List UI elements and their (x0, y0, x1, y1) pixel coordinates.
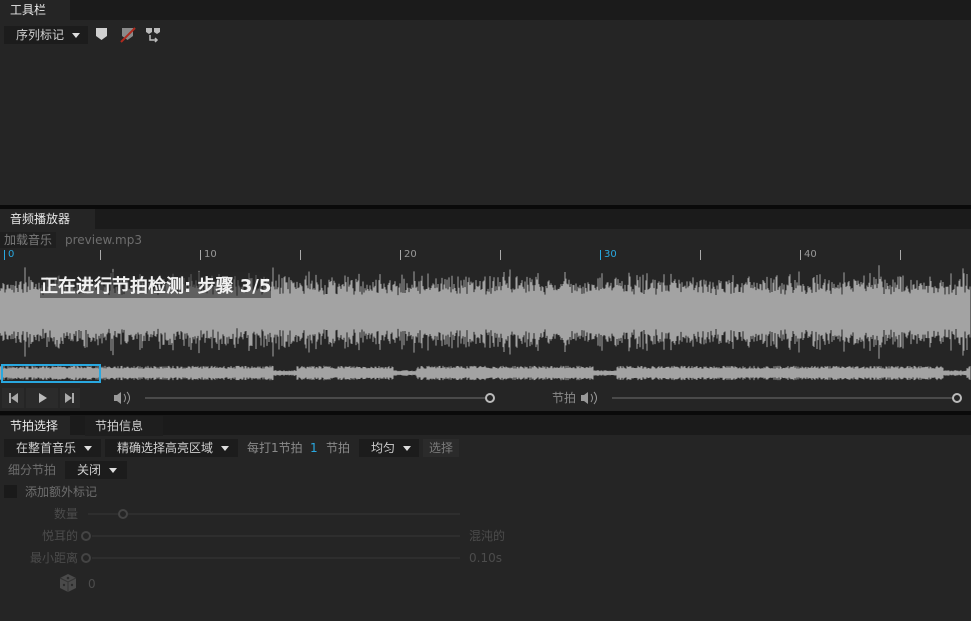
ruler-tick (500, 250, 501, 260)
harmony-slider-knob[interactable] (81, 531, 91, 541)
file-name: preview.mp3 (65, 233, 142, 247)
ruler-tick (900, 250, 901, 260)
count-slider-knob[interactable] (118, 509, 128, 519)
ruler-tick (700, 250, 701, 260)
ruler-label: 20 (404, 249, 417, 260)
merge-markers-icon[interactable] (145, 27, 161, 43)
scope-label: 在整首音乐 (16, 441, 77, 455)
toolbar-tabbar (0, 0, 971, 20)
ruler-label: 30 (604, 249, 617, 260)
marker-type-label: 序列标记 (16, 28, 65, 42)
ruler-label: 10 (204, 249, 217, 260)
next-button[interactable] (60, 388, 80, 408)
scope-dropdown[interactable]: 在整首音乐 (4, 439, 101, 457)
waveform-path (0, 365, 971, 381)
pleasant-label: 悦耳的 (42, 529, 79, 543)
subdivide-value: 关闭 (77, 463, 102, 477)
ruler-tick (100, 250, 101, 260)
beat-volume-slider-knob[interactable] (952, 393, 962, 403)
seed-value: 0 (88, 577, 96, 591)
tab-beat-selection[interactable]: 节拍选择 (0, 416, 70, 436)
harmony-slider[interactable] (92, 535, 460, 537)
region-dropdown[interactable]: 精确选择高亮区域 (105, 439, 238, 457)
ruler-label: 40 (804, 249, 817, 260)
count-slider[interactable] (88, 513, 460, 515)
min-distance-value: 0.10s (469, 551, 502, 565)
beat-volume-label: 节拍 (552, 391, 577, 405)
chevron-down-icon (221, 446, 230, 451)
tab-audio-player[interactable]: 音频播放器 (0, 209, 95, 229)
beat-volume-icon (581, 391, 597, 405)
skip-back-icon (9, 393, 18, 403)
play-button[interactable] (26, 388, 58, 408)
play-icon (39, 393, 47, 403)
volume-slider[interactable] (145, 397, 490, 399)
select-button[interactable]: 选择 (423, 439, 460, 457)
min-distance-label: 最小距离 (30, 551, 79, 565)
dice-icon[interactable] (58, 573, 78, 593)
add-marker-icon[interactable] (95, 27, 109, 41)
tab-toolbar[interactable]: 工具栏 (0, 0, 70, 20)
ruler-tick (4, 250, 5, 260)
volume-slider-knob[interactable] (485, 393, 495, 403)
chevron-down-icon (403, 446, 412, 451)
overview-waveform[interactable] (0, 363, 971, 383)
extra-marks-checkbox[interactable] (4, 485, 17, 498)
beat-unit-label: 节拍 (326, 441, 351, 455)
ruler-tick (200, 250, 201, 260)
detection-status-overlay: 正在进行节拍检测: 步骤 3/5 (40, 272, 272, 298)
previous-button[interactable] (2, 388, 24, 408)
audio-tabbar (0, 209, 971, 229)
subdivide-label: 细分节拍 (8, 463, 57, 477)
every-beat-value[interactable]: 1 (310, 440, 318, 456)
region-label: 精确选择高亮区域 (117, 441, 214, 455)
ruler-tick (800, 250, 801, 260)
min-distance-slider[interactable] (92, 557, 460, 559)
every-beat-label: 每打1节拍 (247, 441, 303, 455)
chaotic-label: 混沌的 (469, 529, 506, 543)
chevron-down-icon (84, 446, 93, 451)
ruler-label: 0 (8, 249, 15, 260)
load-music-button[interactable]: 加载音乐 (0, 232, 57, 248)
overview-viewport[interactable] (1, 364, 101, 383)
mode-label: 均匀 (371, 441, 396, 455)
beat-volume-slider[interactable] (612, 397, 957, 399)
marker-type-dropdown[interactable]: 序列标记 (4, 26, 88, 44)
tab-beat-info[interactable]: 节拍信息 (85, 416, 163, 436)
min-distance-slider-knob[interactable] (81, 553, 91, 563)
remove-marker-icon[interactable] (120, 27, 136, 43)
ruler-tick (600, 250, 601, 260)
extra-marks-label: 添加额外标记 (25, 485, 98, 499)
chevron-down-icon (109, 468, 118, 473)
volume-icon (114, 391, 130, 405)
ruler-tick (300, 250, 301, 260)
count-label: 数量 (54, 507, 79, 521)
subdivide-dropdown[interactable]: 关闭 (65, 461, 127, 479)
mode-dropdown[interactable]: 均匀 (359, 439, 419, 457)
ruler-tick (400, 250, 401, 260)
time-ruler[interactable]: 0 10 20 30 40 (0, 248, 971, 262)
chevron-down-icon (72, 33, 81, 38)
skip-forward-icon (65, 393, 74, 403)
